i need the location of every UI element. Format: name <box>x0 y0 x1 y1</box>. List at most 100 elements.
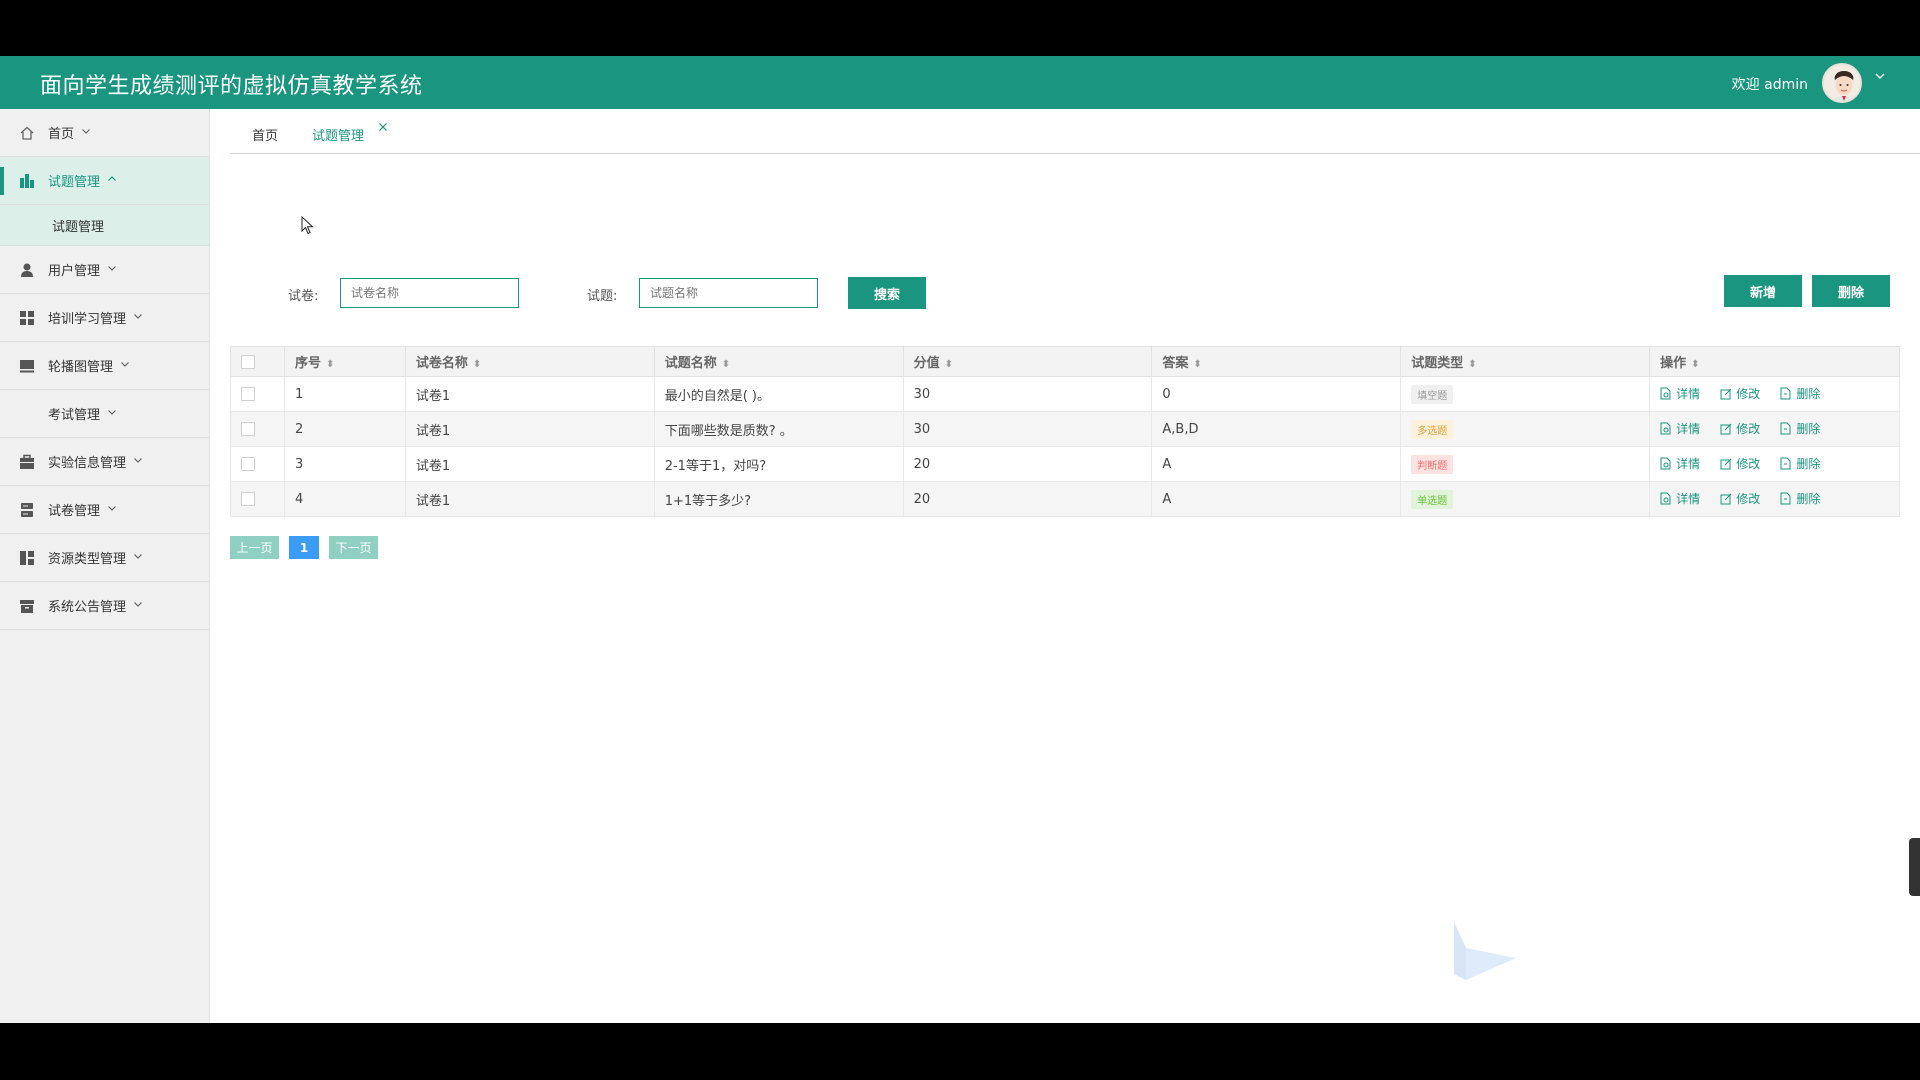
table-row: 3 试卷1 2-1等于1，对吗? 20 A 判断题 详情 修改 删除 <box>230 446 1900 482</box>
add-button[interactable]: 新增 <box>1724 275 1802 307</box>
edit-button[interactable]: 修改 <box>1720 385 1760 402</box>
cell-no: 1 <box>283 376 406 412</box>
select-all-checkbox[interactable] <box>241 354 255 369</box>
table-header-row: 序号 ⬍ 试卷名称 ⬍ 试题名称 ⬍ 分值 ⬍ 答案 ⬍ 试题类型 ⬍ 操作 ⬍ <box>230 346 1900 377</box>
avatar[interactable] <box>1822 63 1862 103</box>
sidebar-item-user-management[interactable]: 用户管理 <box>0 246 209 294</box>
tab-question-management[interactable]: 试题管理 <box>312 125 364 144</box>
column-header-answer[interactable]: 答案 ⬍ <box>1151 346 1402 377</box>
cell-paper: 试卷1 <box>404 376 655 412</box>
sort-icon[interactable]: ⬍ <box>326 359 334 370</box>
page-number-button[interactable]: 1 <box>289 536 319 559</box>
cell-answer: A,B,D <box>1151 411 1402 447</box>
sort-icon[interactable]: ⬍ <box>1193 359 1201 370</box>
edit-button[interactable]: 修改 <box>1720 420 1760 437</box>
sidebar-item-home[interactable]: 首页 <box>0 109 209 157</box>
sidebar-item-question-management[interactable]: 试题管理 <box>0 157 209 205</box>
cell-paper: 试卷1 <box>404 446 655 482</box>
home-icon <box>19 125 35 141</box>
sidebar-item-training[interactable]: 培训学习管理 <box>0 294 209 342</box>
close-icon[interactable] <box>378 121 388 136</box>
cell-answer: A <box>1151 446 1402 482</box>
sidebar-item-label: 考试管理 <box>48 408 101 423</box>
row-checkbox[interactable] <box>241 492 255 506</box>
row-checkbox[interactable] <box>241 457 255 471</box>
next-page-button[interactable]: 下一页 <box>329 536 378 559</box>
column-header-paper[interactable]: 试卷名称 ⬍ <box>404 346 655 377</box>
prev-page-button[interactable]: 上一页 <box>230 536 279 559</box>
cell-paper: 试卷1 <box>404 411 655 447</box>
cell-answer: 0 <box>1151 376 1402 412</box>
column-header-score[interactable]: 分值 ⬍ <box>902 346 1153 377</box>
chevron-down-icon <box>81 126 91 139</box>
edit-button[interactable]: 修改 <box>1720 490 1760 507</box>
sidebar-subitem-question-management[interactable]: 试题管理 <box>0 205 209 246</box>
side-scroll-handle[interactable] <box>1909 838 1920 896</box>
sidebar-item-paper[interactable]: 试卷管理 <box>0 486 209 534</box>
file-search-icon <box>1660 457 1671 469</box>
cell-question: 2-1等于1，对吗? <box>653 446 904 482</box>
grid-icon <box>19 310 35 326</box>
sidebar-item-label: 用户管理 <box>48 264 101 279</box>
chevron-down-icon[interactable] <box>1874 70 1886 86</box>
delete-button[interactable]: 删除 <box>1780 455 1820 472</box>
column-header-actions[interactable]: 操作 ⬍ <box>1649 346 1900 377</box>
sort-icon[interactable]: ⬍ <box>1468 359 1476 370</box>
sidebar-item-carousel[interactable]: 轮播图管理 <box>0 342 209 390</box>
sidebar-item-experiment[interactable]: 实验信息管理 <box>0 438 209 486</box>
top-header: 面向学生成绩测评的虚拟仿真教学系统 欢迎 admin <box>0 56 1920 109</box>
sidebar-item-label: 试卷管理 <box>48 504 101 519</box>
cell-no: 3 <box>283 446 406 482</box>
sidebar-item-exam[interactable]: 考试管理 <box>0 390 209 438</box>
chevron-down-icon <box>120 359 130 372</box>
detail-button[interactable]: 详情 <box>1660 490 1700 507</box>
cell-score: 30 <box>902 376 1153 412</box>
delete-button[interactable]: 删除 <box>1780 490 1820 507</box>
question-filter-label: 试题: <box>587 289 618 304</box>
cell-no: 2 <box>283 411 406 447</box>
sidebar-item-label: 系统公告管理 <box>48 600 127 615</box>
sidebar-item-label: 实验信息管理 <box>48 456 127 471</box>
tab-bar: 首页 试题管理 <box>230 109 1920 154</box>
sort-icon[interactable]: ⬍ <box>945 359 953 370</box>
sidebar-item-resource-type[interactable]: 资源类型管理 <box>0 534 209 582</box>
delete-button[interactable]: 删除 <box>1780 385 1820 402</box>
table-row: 4 试卷1 1+1等于多少? 20 A 单选题 详情 修改 删除 <box>230 481 1900 517</box>
briefcase-icon <box>19 454 35 470</box>
row-checkbox[interactable] <box>241 387 255 401</box>
sort-icon[interactable]: ⬍ <box>1691 359 1699 370</box>
batch-delete-button[interactable]: 删除 <box>1812 275 1890 307</box>
edit-icon <box>1720 423 1732 434</box>
paper-filter-label: 试卷: <box>288 289 319 304</box>
column-header-type[interactable]: 试题类型 ⬍ <box>1400 346 1651 377</box>
edit-button[interactable]: 修改 <box>1720 455 1760 472</box>
chevron-down-icon <box>107 407 117 420</box>
row-checkbox[interactable] <box>241 422 255 436</box>
cell-score: 20 <box>902 446 1153 482</box>
cell-answer: A <box>1151 481 1402 517</box>
chevron-up-icon <box>107 174 117 187</box>
delete-button[interactable]: 删除 <box>1780 420 1820 437</box>
type-badge: 判断题 <box>1411 454 1454 474</box>
type-badge: 填空题 <box>1411 384 1454 404</box>
sort-icon[interactable]: ⬍ <box>473 359 481 370</box>
chevron-down-icon <box>133 599 143 612</box>
search-button[interactable]: 搜索 <box>848 277 926 309</box>
question-name-input[interactable] <box>639 278 818 308</box>
edit-icon <box>1720 458 1732 469</box>
select-all-cell <box>230 346 285 377</box>
paper-name-input[interactable] <box>340 278 519 308</box>
chevron-down-icon <box>133 551 143 564</box>
detail-button[interactable]: 详情 <box>1660 455 1700 472</box>
cell-question: 下面哪些数是质数? 。 <box>653 411 904 447</box>
column-header-question[interactable]: 试题名称 ⬍ <box>653 346 904 377</box>
detail-button[interactable]: 详情 <box>1660 385 1700 402</box>
column-header-no[interactable]: 序号 ⬍ <box>283 346 406 377</box>
sidebar-item-label: 首页 <box>48 127 75 142</box>
sidebar-item-announcement[interactable]: 系统公告管理 <box>0 582 209 630</box>
sort-icon[interactable]: ⬍ <box>722 359 730 370</box>
slides-icon <box>19 358 35 374</box>
detail-button[interactable]: 详情 <box>1660 420 1700 437</box>
tab-home[interactable]: 首页 <box>252 125 278 144</box>
table-row: 2 试卷1 下面哪些数是质数? 。 30 A,B,D 多选题 详情 修改 删除 <box>230 411 1900 447</box>
